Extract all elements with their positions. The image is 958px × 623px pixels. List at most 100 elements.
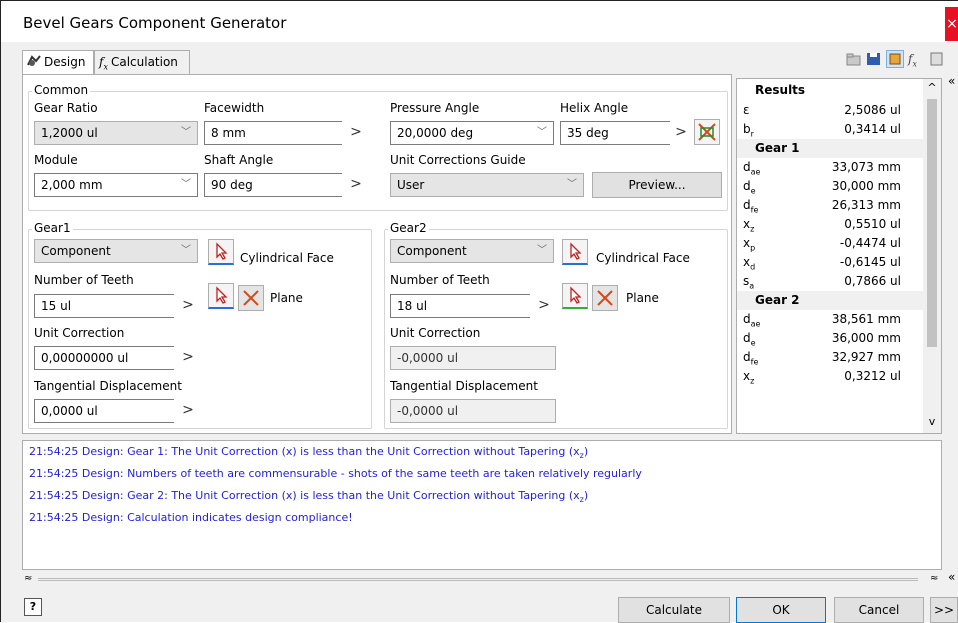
- results-panel[interactable]: Results ε 2,5086 ul br 0,3414 ul Gear 1 dae 33…: [736, 78, 942, 434]
- open-folder-icon[interactable]: [846, 52, 862, 66]
- cursor-pick-icon: [216, 242, 228, 260]
- results-row: xz 0,3212 ul: [737, 367, 923, 386]
- side-collapse-icon[interactable]: «: [948, 74, 955, 88]
- options-icon[interactable]: [886, 50, 904, 68]
- module-value: 2,000 mm: [41, 178, 103, 192]
- gear1-teeth-input[interactable]: 15 ul: [34, 294, 176, 318]
- result-symbol: dfe: [743, 350, 758, 366]
- gear2-type-combo[interactable]: Component ﹀: [390, 239, 554, 263]
- scroll-up-icon[interactable]: ^: [926, 81, 938, 97]
- results-section-header: Gear 1: [737, 139, 923, 158]
- splitter-bar[interactable]: [38, 578, 918, 581]
- helix-angle-expand-button[interactable]: >: [670, 121, 692, 145]
- close-button[interactable]: ×: [945, 7, 958, 41]
- result-symbol: sa: [743, 274, 754, 290]
- collapse-log-icon[interactable]: ≈: [930, 573, 942, 584]
- preview-button[interactable]: Preview...: [592, 172, 722, 198]
- results-section-header: Gear 2: [737, 291, 923, 310]
- help-icon[interactable]: ?: [24, 598, 42, 616]
- fx-toggle-icon[interactable]: fx: [908, 52, 926, 68]
- expand-log-icon[interactable]: ≈: [24, 573, 36, 584]
- gear1-unit-correction-expand-button[interactable]: >: [174, 346, 202, 370]
- module-label: Module: [34, 153, 78, 167]
- helix-direction-icon[interactable]: [694, 119, 720, 145]
- scroll-down-icon[interactable]: v: [926, 415, 938, 431]
- result-value: 36,000 mm: [831, 331, 901, 345]
- facewidth-expand-button[interactable]: >: [342, 121, 370, 145]
- unit-corrections-guide-label: Unit Corrections Guide: [390, 153, 526, 167]
- gear2-plane-select-button[interactable]: [562, 283, 588, 309]
- gear1-teeth-expand-button[interactable]: >: [174, 294, 202, 318]
- gear-ratio-combo[interactable]: 1,2000 ul ﹀: [34, 121, 198, 145]
- results-row: xp -0,4474 ul: [737, 234, 923, 253]
- result-symbol-subscript: ae: [750, 319, 761, 329]
- tab-calculation-label: Calculation: [110, 55, 178, 69]
- gear1-tangential-label: Tangential Displacement: [34, 379, 182, 393]
- shaft-angle-input[interactable]: 90 deg: [204, 173, 344, 197]
- scrollbar-thumb[interactable]: [927, 99, 937, 347]
- result-symbol: de: [743, 179, 756, 195]
- pressure-angle-value: 20,0000 deg: [397, 126, 474, 140]
- side-expand-icon[interactable]: «: [948, 570, 955, 584]
- log-line-text: 21:54:25 Design: Numbers of teeth are co…: [29, 467, 642, 480]
- gear1-unit-correction-input[interactable]: 0,00000000 ul: [34, 346, 176, 370]
- log-line: 21:54:25 Design: Gear 2: The Unit Correc…: [29, 489, 588, 504]
- cursor-pick-icon: [216, 286, 228, 304]
- gear2-teeth-input[interactable]: 18 ul: [390, 294, 532, 318]
- result-value: -0,4474 ul: [839, 236, 901, 250]
- gear2-teeth-expand-button[interactable]: >: [530, 294, 558, 318]
- gear2-unit-correction-input: -0,0000 ul: [390, 346, 556, 370]
- results-section-label: Gear 1: [755, 141, 800, 155]
- more-button[interactable]: >>: [930, 597, 958, 623]
- unit-corrections-guide-value: User: [397, 178, 425, 192]
- tab-design[interactable]: Design: [22, 50, 94, 75]
- gear1-teeth-label: Number of Teeth: [34, 273, 134, 287]
- result-symbol: xz: [743, 369, 754, 385]
- result-symbol: dfe: [743, 198, 758, 214]
- result-symbol-subscript: p: [750, 243, 756, 253]
- log-line-tail: ): [583, 489, 589, 502]
- tab-calculation[interactable]: fx Calculation: [94, 50, 190, 74]
- results-row: dae 38,561 mm: [737, 310, 923, 329]
- result-value: 0,3212 ul: [844, 369, 901, 383]
- results-scrollbar[interactable]: ^ v: [923, 79, 941, 433]
- cursor-pick-icon: [570, 242, 582, 260]
- gear2-plane-label: Plane: [626, 291, 659, 305]
- gear1-plane-label: Plane: [270, 291, 303, 305]
- result-symbol-subscript: fe: [750, 205, 759, 215]
- gear1-plane-flip-icon[interactable]: [238, 285, 264, 311]
- cancel-button[interactable]: Cancel: [834, 597, 924, 623]
- results-row: dae 33,073 mm: [737, 158, 923, 177]
- gear2-plane-flip-icon[interactable]: [592, 285, 618, 311]
- helix-angle-input[interactable]: 35 deg: [560, 121, 672, 145]
- gear1-cylindrical-face-select-button[interactable]: [208, 239, 234, 265]
- common-group-label: Common: [32, 83, 91, 97]
- gear1-tangential-input[interactable]: 0,0000 ul: [34, 399, 176, 423]
- ok-button[interactable]: OK: [736, 597, 826, 623]
- gear1-type-combo[interactable]: Component ﹀: [34, 239, 198, 263]
- gear-design-icon: [27, 52, 41, 66]
- gear2-cylindrical-face-select-button[interactable]: [562, 239, 588, 265]
- gear-ratio-label: Gear Ratio: [34, 101, 98, 115]
- window-title: Bevel Gears Component Generator: [23, 14, 287, 32]
- gear1-tangential-expand-button[interactable]: >: [174, 399, 202, 423]
- log-line-text: 21:54:25 Design: Gear 1: The Unit Correc…: [29, 445, 580, 458]
- calculator-icon[interactable]: [930, 52, 944, 66]
- result-value: 0,3414 ul: [844, 122, 901, 136]
- gear1-plane-select-button[interactable]: [208, 283, 234, 309]
- results-row: de 36,000 mm: [737, 329, 923, 348]
- result-symbol-base: d: [743, 312, 751, 326]
- unit-corrections-guide-combo[interactable]: User ﹀: [390, 173, 584, 197]
- result-value: 33,073 mm: [831, 160, 901, 174]
- shaft-angle-expand-button[interactable]: >: [342, 173, 370, 197]
- facewidth-label: Facewidth: [204, 101, 265, 115]
- gear2-teeth-label: Number of Teeth: [390, 273, 490, 287]
- calculate-button[interactable]: Calculate: [618, 597, 730, 623]
- save-icon[interactable]: [866, 52, 882, 66]
- pressure-angle-combo[interactable]: 20,0000 deg ﹀: [390, 121, 554, 145]
- facewidth-input[interactable]: 8 mm: [204, 121, 344, 145]
- gear1-type-value: Component: [41, 244, 111, 258]
- result-symbol-base: d: [743, 350, 751, 364]
- result-symbol-base: ε: [743, 103, 750, 117]
- module-combo[interactable]: 2,000 mm ﹀: [34, 173, 198, 197]
